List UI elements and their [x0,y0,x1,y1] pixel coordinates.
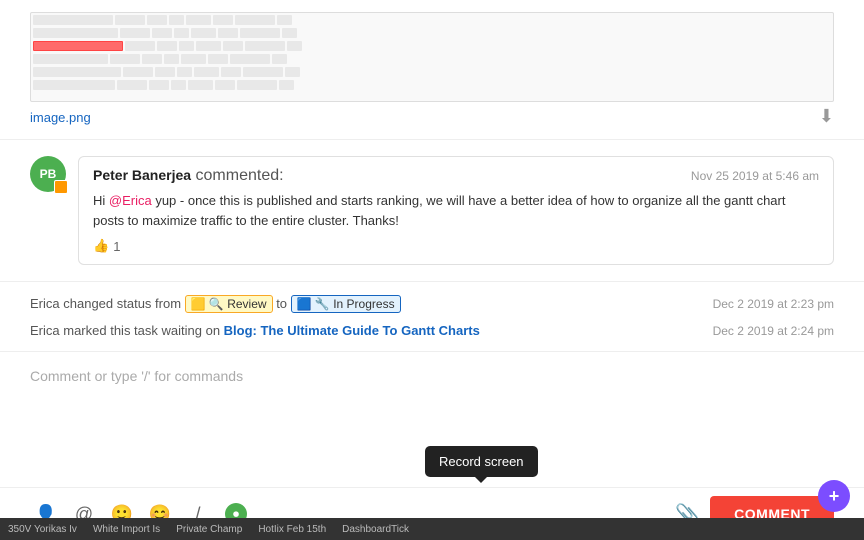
status-change-text-2: Erica marked this task waiting on Blog: … [30,323,480,338]
taskbar-item-3[interactable]: Private Champ [176,524,242,535]
record-tooltip: Record screen [425,446,538,477]
status-change-text-1: Erica changed status from 🟨 🔍 Review to … [30,295,401,313]
thumbs-up-icon: 👍 [93,238,109,254]
status-line-2: Erica marked this task waiting on Blog: … [30,318,834,343]
image-filename[interactable]: image.png [30,110,91,125]
main-container: image.png ⬇ PB Peter Banerjea commented:… [0,0,864,540]
to-status-badge: 🟦 🔧 In Progress [291,295,401,313]
from-status-badge: 🟨 🔍 Review [185,295,273,313]
like-button[interactable]: 👍 1 [93,238,819,254]
comment-meta: Peter Banerjea commented: [93,167,284,185]
comment-text: Hi @Erica yup - once this is published a… [93,191,819,230]
fab-button[interactable]: + [818,480,850,512]
status-section: Erica changed status from 🟨 🔍 Review to … [0,282,864,351]
comment-text-after: yup - once this is published and starts … [93,193,785,228]
commenter-name: Peter Banerjea [93,167,191,183]
comment-header: Peter Banerjea commented: Nov 25 2019 at… [93,167,819,185]
taskbar-item-5[interactable]: DashboardTick [342,524,409,535]
taskbar: 350V Yorikas Iv White Import Is Private … [0,518,864,540]
comment-mention[interactable]: @Erica [109,193,152,208]
status-line-1: Erica changed status from 🟨 🔍 Review to … [30,290,834,318]
comment-timestamp: Nov 25 2019 at 5:46 am [691,169,819,183]
comment-block: PB Peter Banerjea commented: Nov 25 2019… [30,156,834,265]
avatar: PB [30,156,66,192]
comment-body: Peter Banerjea commented: Nov 25 2019 at… [78,156,834,265]
image-section: image.png ⬇ [0,0,864,140]
download-button[interactable]: ⬇ [819,106,834,127]
comment-section: PB Peter Banerjea commented: Nov 25 2019… [0,140,864,282]
status-timestamp-2: Dec 2 2019 at 2:24 pm [713,324,834,338]
comment-text-before: Hi [93,193,109,208]
task-link[interactable]: Blog: The Ultimate Guide To Gantt Charts [224,323,480,338]
spreadsheet-rows [31,13,833,95]
status-action-1: changed status from [63,296,184,311]
avatar-badge [54,180,68,194]
status-actor-2: Erica [30,323,60,338]
status-timestamp-1: Dec 2 2019 at 2:23 pm [713,297,834,311]
status-action-2: marked this task waiting on [63,323,223,338]
like-count: 1 [113,239,120,254]
comment-action: commented: [196,167,284,184]
status-actor-1: Erica [30,296,60,311]
taskbar-item-4[interactable]: HotIix Feb 15th [258,524,326,535]
comment-placeholder[interactable]: Comment or type '/' for commands [30,364,834,396]
spreadsheet-preview [30,12,834,102]
taskbar-item-1[interactable]: 350V Yorikas Iv [8,524,77,535]
status-to-1: to [276,296,290,311]
taskbar-item-2[interactable]: White Import Is [93,524,160,535]
